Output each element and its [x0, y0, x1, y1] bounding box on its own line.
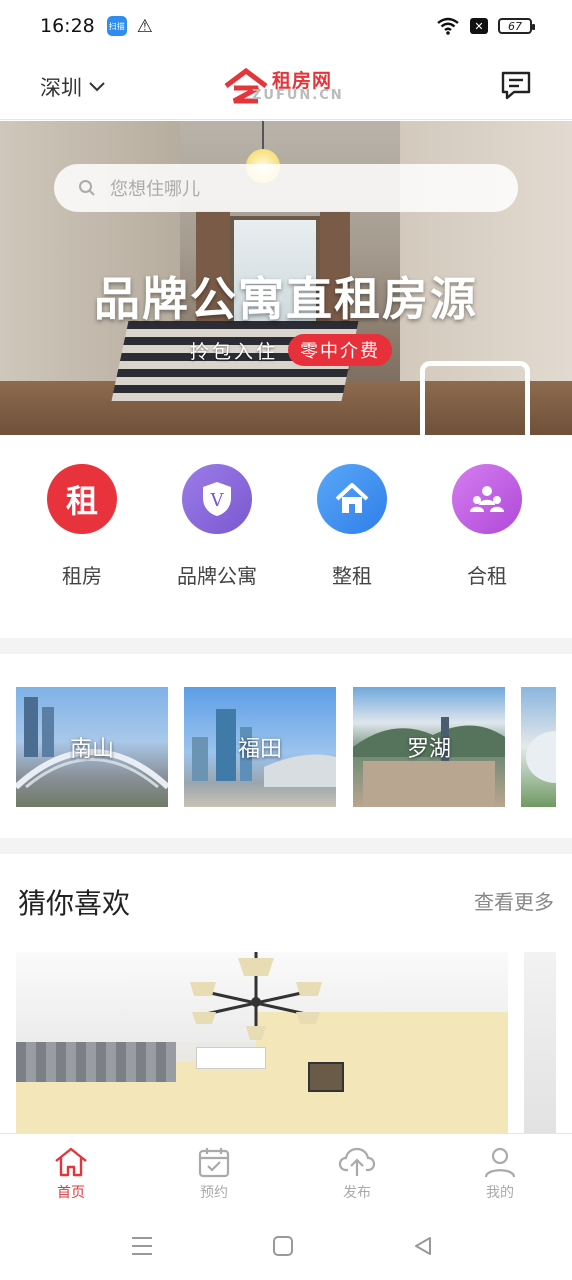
- house-icon: [317, 464, 387, 534]
- category-rent[interactable]: 租 租房: [14, 464, 150, 589]
- message-button[interactable]: [500, 70, 532, 104]
- tab-publish[interactable]: 发布: [307, 1146, 407, 1202]
- bottom-tab-bar: 首页 预约 发布 我的: [0, 1133, 572, 1217]
- back-icon[interactable]: [412, 1235, 434, 1257]
- room-curtains: [16, 1042, 176, 1082]
- menu-icon[interactable]: [130, 1235, 154, 1257]
- banner-title: 品牌公寓直租房源: [94, 272, 478, 326]
- status-right: ✕ 67: [436, 17, 535, 35]
- category-shared-rent[interactable]: 合租: [419, 464, 555, 589]
- tab-label: 首页: [57, 1185, 85, 1201]
- chandelier-icon: [190, 952, 322, 1040]
- category-whole-rent[interactable]: 整租: [284, 464, 420, 589]
- listing-card-image-partial[interactable]: [524, 952, 556, 1134]
- message-icon: [501, 71, 531, 100]
- district-card-futian[interactable]: 福田: [184, 687, 336, 807]
- section-divider: [0, 638, 572, 654]
- chevron-down-icon: [89, 82, 105, 92]
- city-label: 深圳: [40, 76, 82, 100]
- district-card-nanshan[interactable]: 南山: [16, 687, 168, 807]
- recommend-title: 猜你喜欢: [18, 887, 131, 920]
- district-card-luohu[interactable]: 罗湖: [353, 687, 505, 807]
- district-label: 罗湖: [406, 737, 451, 762]
- warning-icon: ⚠: [136, 15, 153, 37]
- zufun-logo: 租房网 ZUFUN.CN: [222, 66, 352, 106]
- category-brand-apartment[interactable]: V 品牌公寓: [149, 464, 285, 589]
- calendar-icon: [198, 1148, 230, 1178]
- city-selector[interactable]: 深圳: [40, 72, 106, 102]
- logo-en-text: ZUFUN.CN: [252, 88, 344, 103]
- banner-chair: [420, 361, 530, 435]
- district-label: 南山: [69, 737, 114, 762]
- no-sim-icon: ✕: [470, 18, 488, 34]
- tab-profile[interactable]: 我的: [450, 1146, 550, 1202]
- svg-text:V: V: [210, 490, 225, 511]
- banner-subtitle: 拎包入住: [190, 340, 279, 363]
- category-label: 租房: [62, 564, 102, 588]
- home-square-icon[interactable]: [272, 1235, 294, 1257]
- status-bar: 16:28 扫描 ⚠ ✕ 67: [0, 0, 572, 52]
- home-icon: [55, 1147, 87, 1177]
- search-icon: [79, 180, 95, 196]
- banner-tag: 零中介费: [288, 334, 393, 366]
- recommend-header: 猜你喜欢 查看更多: [0, 854, 572, 934]
- category-grid: 租 租房 V 品牌公寓 整租 合租: [0, 436, 572, 638]
- user-icon: [484, 1147, 516, 1178]
- district-carousel: 南山 福田 罗湖: [0, 654, 572, 838]
- category-label: 品牌公寓: [177, 564, 257, 588]
- district-label: 福田: [237, 737, 282, 762]
- group-icon: [452, 464, 522, 534]
- banner-lamp-cord: [262, 121, 264, 151]
- upload-cloud-icon: [338, 1147, 376, 1176]
- district-card-partial[interactable]: [521, 687, 556, 807]
- listing-card-image[interactable]: [16, 952, 508, 1134]
- rent-icon: 租: [47, 464, 117, 534]
- wifi-icon: [437, 17, 459, 35]
- room-ac-unit: [196, 1047, 266, 1069]
- tab-label: 预约: [200, 1185, 228, 1201]
- tab-home[interactable]: 首页: [21, 1146, 121, 1202]
- tab-label: 发布: [343, 1185, 371, 1201]
- district-label: [521, 687, 556, 807]
- section-divider: [0, 838, 572, 854]
- brand-v-icon: V: [182, 464, 252, 534]
- category-label: 合租: [467, 564, 507, 588]
- top-header: 深圳 租房网 ZUFUN.CN: [0, 52, 572, 120]
- banner-subtitle-row: 拎包入住 零中介费: [190, 334, 393, 366]
- scan-app-icon: 扫描: [106, 16, 127, 36]
- view-more-link[interactable]: 查看更多: [474, 886, 554, 915]
- tab-appointment[interactable]: 预约: [164, 1146, 264, 1202]
- promo-banner[interactable]: 您想住哪儿 品牌公寓直租房源 拎包入住 零中介费: [0, 121, 572, 435]
- battery-icon: 67: [498, 18, 535, 34]
- search-bar[interactable]: 您想住哪儿: [54, 164, 518, 212]
- search-placeholder: 您想住哪儿: [110, 179, 200, 200]
- room-picture: [308, 1062, 344, 1092]
- tab-label: 我的: [486, 1185, 514, 1201]
- status-time: 16:28: [40, 15, 95, 37]
- category-label: 整租: [332, 564, 372, 588]
- system-nav-bar: [0, 1217, 572, 1280]
